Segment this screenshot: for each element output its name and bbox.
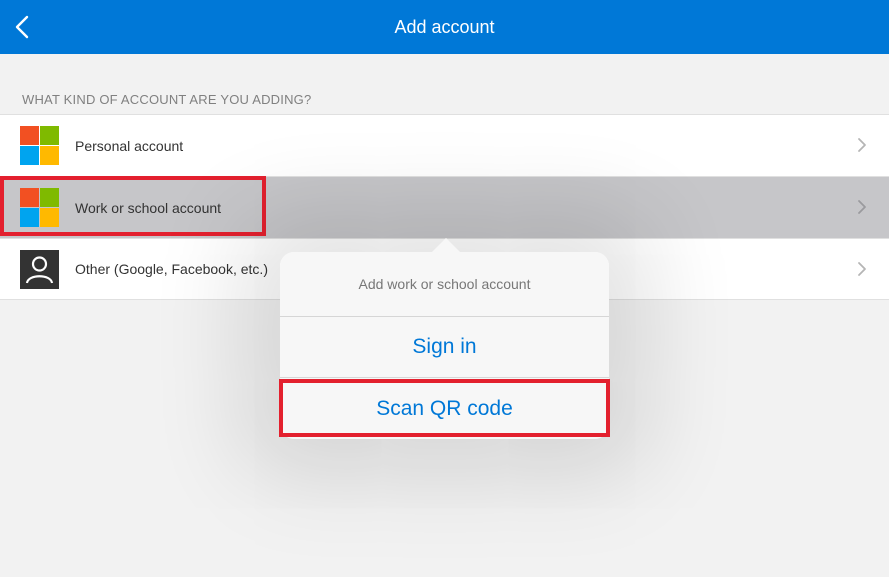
section-header: WHAT KIND OF ACCOUNT ARE YOU ADDING? [22, 92, 312, 107]
add-account-screen: Add account WHAT KIND OF ACCOUNT ARE YOU… [0, 0, 889, 577]
page-title: Add account [394, 16, 495, 37]
person-icon [20, 250, 59, 289]
popover-title: Add work or school account [280, 252, 609, 317]
list-item-label: Personal account [75, 137, 184, 154]
sign-in-button[interactable]: Sign in [280, 317, 609, 378]
list-item-personal-account[interactable]: Personal account [0, 114, 889, 176]
list-item-label: Other (Google, Facebook, etc.) [75, 261, 268, 277]
microsoft-logo-icon [20, 188, 59, 227]
chevron-right-icon [858, 138, 866, 152]
chevron-right-icon [858, 200, 866, 214]
navigation-bar: Add account [0, 0, 889, 54]
microsoft-logo-icon [20, 126, 59, 165]
popover-arrow [431, 238, 461, 253]
chevron-right-icon [858, 262, 866, 276]
list-item-label: Work or school account [75, 199, 222, 216]
add-work-account-popover: Add work or school account Sign in Scan … [280, 252, 609, 439]
chevron-left-icon [15, 15, 29, 39]
scan-qr-code-button[interactable]: Scan QR code [280, 378, 609, 439]
list-item-work-or-school-account[interactable]: Work or school account [0, 176, 889, 238]
back-button[interactable] [10, 13, 34, 41]
